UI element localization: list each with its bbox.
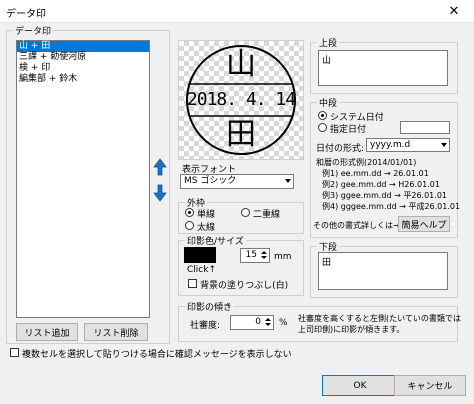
font-select-value: MS ゴシック xyxy=(184,176,237,186)
stamp-date-text: 2018. 4. 14 xyxy=(186,89,296,110)
example-1: 例1) ee.mm.dd → 26.01.01 xyxy=(322,169,429,178)
example-3: 例3) ggee.mm.dd → 平26.01.01 xyxy=(322,191,447,200)
arrow-up-icon xyxy=(153,158,167,176)
list-item[interactable]: 山 + 田 xyxy=(17,41,149,52)
frame-double-label: 二重線 xyxy=(253,210,281,220)
move-down-button[interactable] xyxy=(153,184,167,202)
stamp-preview: 山 2018. 4. 14 田 xyxy=(178,40,304,160)
fill-background-checkbox[interactable] xyxy=(188,279,197,288)
size-stepper[interactable]: 15 xyxy=(240,248,270,263)
frame-double-radio[interactable] xyxy=(241,208,250,217)
tilt-description-2: 上司印側)に印影が傾きます。 xyxy=(298,325,405,334)
tilt-label: 社審度: xyxy=(190,321,221,331)
size-value: 15 xyxy=(245,250,257,260)
tilt-stepper[interactable]: 0 xyxy=(230,315,274,330)
list-item[interactable]: 編集部 + 鈴木 xyxy=(17,74,149,85)
window-title: データ印 xyxy=(6,9,46,20)
list-add-button[interactable]: リスト追加 xyxy=(16,323,78,341)
data-stamp-legend: データ印 xyxy=(15,27,52,37)
frame-bold-radio[interactable] xyxy=(185,221,194,230)
date-format-select[interactable]: yyyy.m.d xyxy=(366,138,450,152)
specified-date-field[interactable] xyxy=(400,121,450,134)
cancel-button[interactable]: キャンセル xyxy=(394,375,466,396)
tilt-unit: % xyxy=(279,318,288,328)
date-format-label: 日付の形式: xyxy=(316,144,365,154)
ok-button[interactable]: OK xyxy=(322,375,398,396)
example-2: 例2) gee.mm.dd → H26.01.01 xyxy=(322,180,440,189)
chevron-down-icon xyxy=(441,143,447,147)
help-button[interactable]: 簡易ヘルプ xyxy=(398,216,450,232)
examples-title: 和暦の形式例(2014/01/01) xyxy=(316,158,417,167)
list-delete-button[interactable]: リスト削除 xyxy=(84,323,148,341)
frame-single-label: 単線 xyxy=(197,210,216,220)
middle-legend: 中段 xyxy=(319,99,338,109)
tilt-value: 0 xyxy=(255,317,261,327)
stamp-top-text: 山 xyxy=(226,47,256,82)
color-size-legend: 印影色/サイズ xyxy=(187,237,244,247)
system-date-radio[interactable] xyxy=(318,111,327,120)
upper-text-field[interactable]: 山 xyxy=(318,50,448,86)
stamp-bottom-text: 田 xyxy=(226,117,256,152)
arrow-down-icon xyxy=(153,184,167,202)
multi-cell-checkbox[interactable] xyxy=(10,348,19,357)
close-icon: ✕ xyxy=(448,3,460,19)
move-up-button[interactable] xyxy=(153,158,167,176)
tilt-description-1: 社審度を高くすると左側(たいていの書類では xyxy=(298,314,461,323)
spin-down-icon[interactable] xyxy=(260,255,268,261)
chevron-down-icon xyxy=(285,179,291,183)
lower-text-field[interactable]: 田 xyxy=(318,252,448,290)
size-unit: mm xyxy=(274,252,292,262)
spin-down-icon[interactable] xyxy=(264,322,272,328)
frame-single-radio[interactable] xyxy=(185,208,194,217)
specified-date-label: 指定日付 xyxy=(330,125,367,135)
fill-background-label: 背景の塗りつぶし(白) xyxy=(200,281,289,291)
multi-cell-label: 複数セルを選択して貼りつける場合に確認メッセージを表示しない xyxy=(22,350,292,360)
title-bar: データ印 ✕ xyxy=(0,0,474,23)
tilt-legend: 印影の傾き xyxy=(187,303,233,313)
example-4: 例4) gggee.mm.dd → 平成26.01.01 xyxy=(322,202,461,211)
frame-bold-label: 太線 xyxy=(197,223,216,233)
upper-legend: 上段 xyxy=(319,39,338,49)
font-select[interactable]: MS ゴシック xyxy=(180,174,294,189)
stamp-color-swatch[interactable] xyxy=(184,247,216,263)
click-hint: Click↑ xyxy=(187,265,216,275)
date-format-value: yyyy.m.d xyxy=(370,140,411,150)
list-item[interactable]: 三課 + 勅使河原 xyxy=(17,52,149,63)
list-item[interactable]: 検 + 印 xyxy=(17,63,149,74)
stamp-listbox[interactable]: 山 + 田 三課 + 勅使河原 検 + 印 編集部 + 鈴木 xyxy=(16,40,150,318)
specified-date-radio[interactable] xyxy=(318,123,327,132)
close-button[interactable]: ✕ xyxy=(434,0,474,22)
other-format-label: その他の書式詳しくは→ xyxy=(313,221,400,230)
